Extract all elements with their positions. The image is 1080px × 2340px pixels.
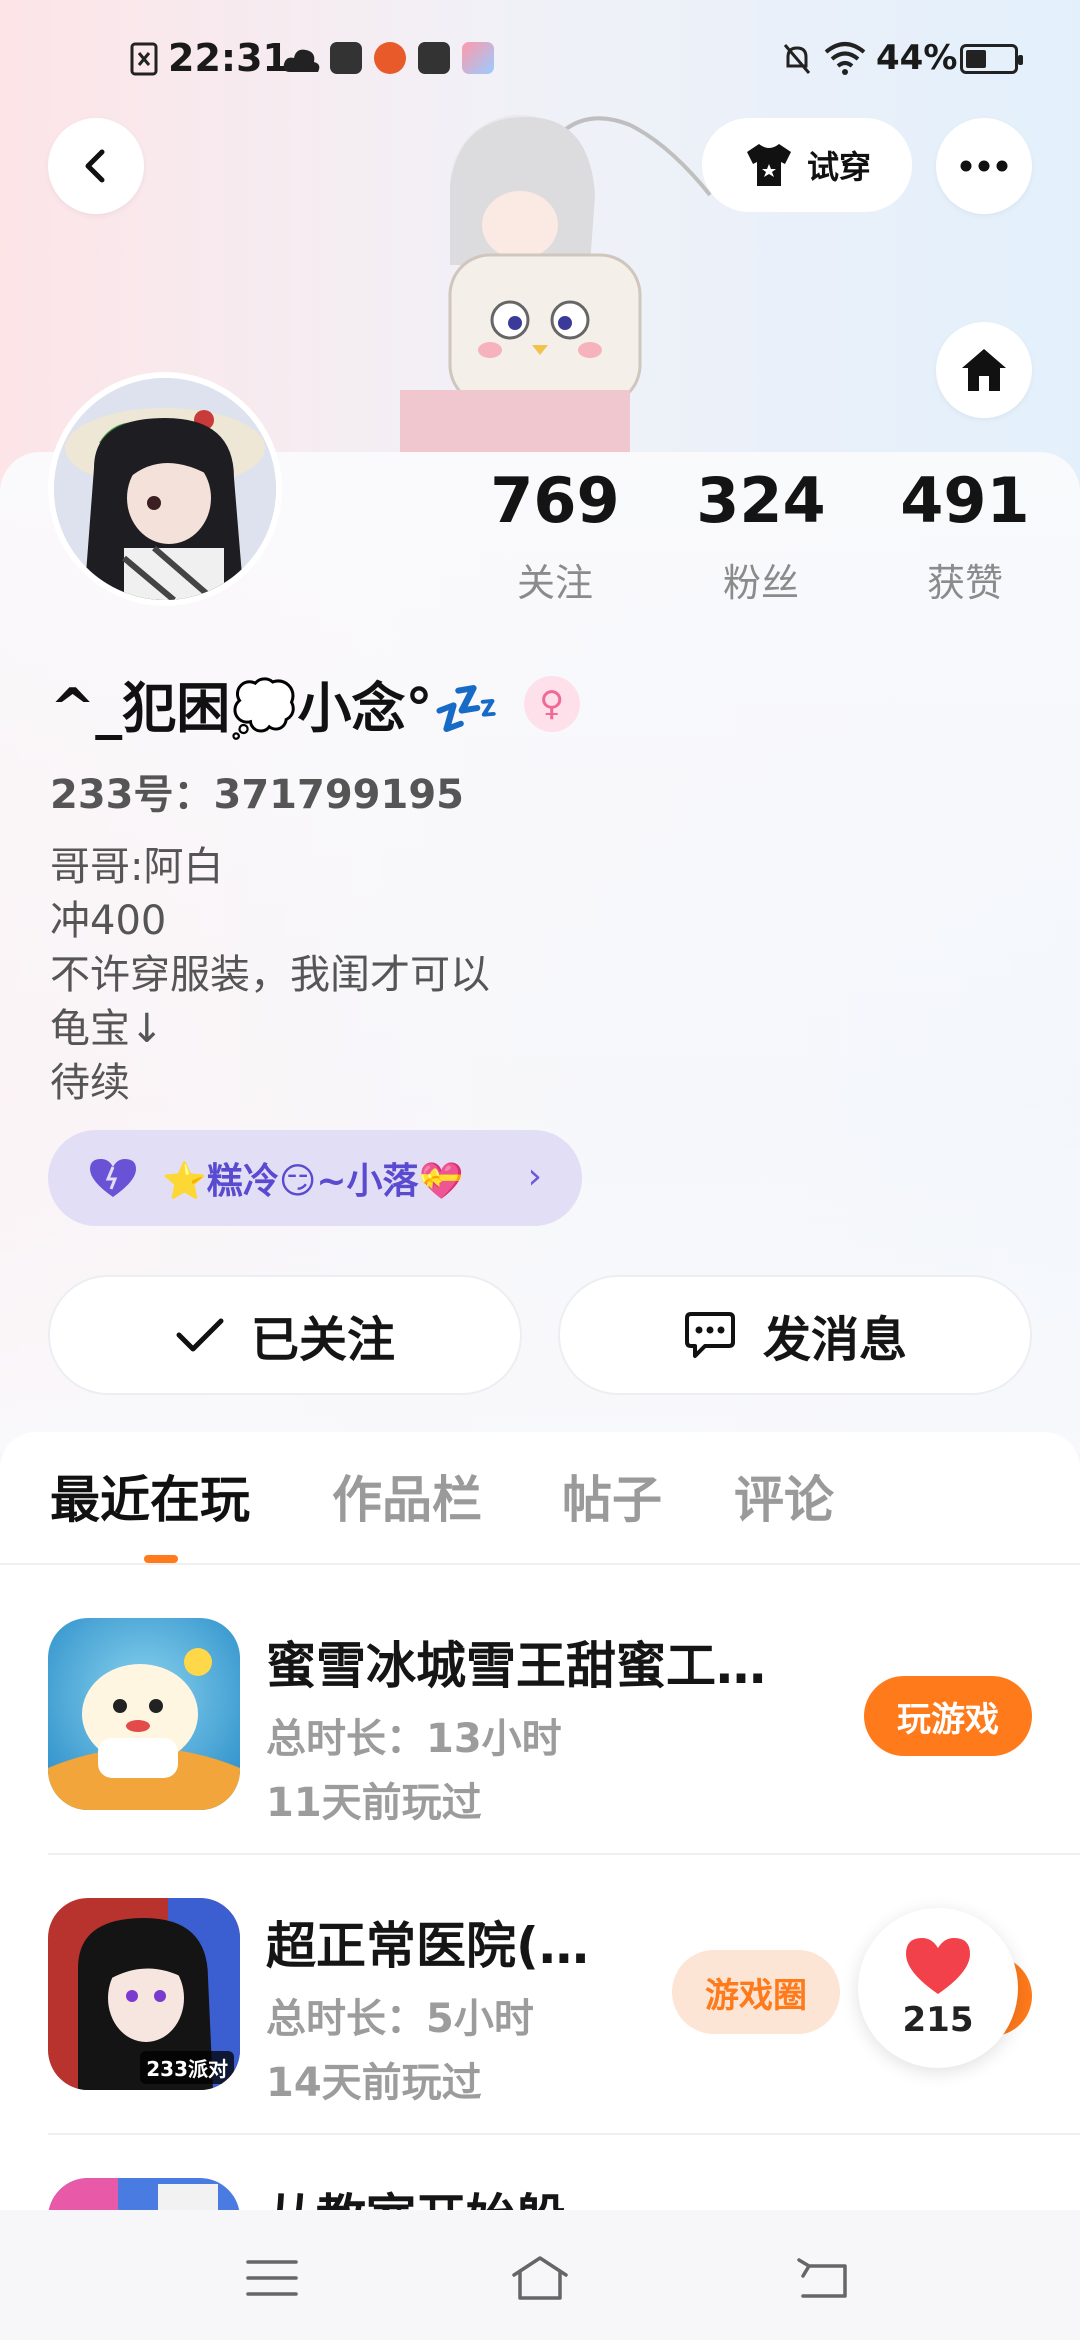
username: ^_犯困💭小念°💤 — [50, 677, 500, 740]
play-duration: 总时长：5小时 — [266, 1996, 534, 2042]
stat-value: 769 — [490, 464, 620, 537]
bio-line: 待续 — [50, 1060, 130, 1106]
notification-app-icon — [462, 42, 494, 74]
try-on-button[interactable]: 试穿 — [702, 118, 912, 212]
stat-following[interactable]: 769 关注 — [480, 470, 630, 607]
check-icon — [176, 1318, 224, 1352]
message-label: 发消息 — [762, 1312, 907, 1368]
bio-line: 不许穿服装，我闺才可以 — [50, 952, 490, 998]
menu-icon — [246, 2260, 298, 2296]
stat-value: 491 — [900, 464, 1030, 537]
chevron-left-icon — [85, 149, 105, 183]
message-button[interactable]: 发消息 — [558, 1275, 1032, 1395]
chevron-right-icon: › — [527, 1156, 542, 1197]
username-row: ^_犯困💭小念°💤 ♀ — [50, 664, 580, 743]
relationship-tag-label: ⭐糕冷😏~小落💝 — [162, 1161, 464, 1202]
play-game-button[interactable]: 玩游戏 — [864, 1676, 1032, 1756]
video-app-icon — [418, 42, 450, 74]
last-played: 11天前玩过 — [266, 1780, 482, 1826]
avatar-character-image — [54, 378, 276, 600]
cloud-icon — [283, 49, 320, 72]
tab-comments[interactable]: 评论 — [734, 1460, 834, 1532]
play-duration: 总时长：13小时 — [266, 1716, 562, 1762]
battery-icon — [960, 44, 1023, 74]
game-icon: 233派对 — [48, 1898, 240, 2090]
try-on-label: 试穿 — [806, 148, 871, 186]
bio: 哥哥:阿白 冲400 不许穿服装，我闺才可以 龟宝↓ 待续 — [50, 840, 490, 1110]
status-time: 22:31 — [168, 36, 289, 80]
chat-bubble-icon — [684, 1312, 735, 1358]
tab-bar: 最近在玩 作品栏 帖子 评论 — [0, 1460, 1080, 1560]
back-button[interactable] — [48, 118, 144, 214]
shirt-icon — [746, 144, 791, 186]
game-title: 超正常医院(… — [266, 1917, 589, 1975]
home-outline-icon — [512, 2256, 568, 2300]
notification-app-icon — [330, 42, 362, 74]
more-button[interactable] — [936, 118, 1032, 214]
back-nav-button[interactable] — [784, 2248, 864, 2308]
stat-label: 关注 — [516, 561, 593, 605]
stat-value: 324 — [696, 464, 826, 537]
tab-posts[interactable]: 帖子 — [562, 1460, 662, 1532]
bio-line: 冲400 — [50, 898, 167, 944]
like-count: 215 — [902, 2000, 974, 2040]
relationship-tag[interactable]: ⭐糕冷😏~小落💝 › — [48, 1130, 582, 1226]
battery-percent: 44% — [876, 38, 958, 78]
stat-label: 粉丝 — [722, 561, 799, 605]
divider — [48, 1853, 1080, 1855]
tab-recently-played[interactable]: 最近在玩 — [50, 1460, 250, 1532]
back-arrow-icon — [797, 2258, 847, 2298]
game-icon — [48, 1618, 240, 1810]
divider — [48, 2133, 1080, 2135]
female-gender-icon: ♀ — [523, 675, 580, 732]
avatar[interactable] — [48, 372, 282, 606]
stat-likes[interactable]: 491 获赞 — [890, 470, 1040, 607]
heart-icon — [90, 1159, 136, 1197]
home-button[interactable] — [936, 322, 1032, 418]
like-float-button[interactable]: 215 — [858, 1908, 1018, 2068]
stat-label: 获赞 — [926, 561, 1003, 605]
tab-works[interactable]: 作品栏 — [332, 1460, 482, 1532]
notification-app-icon — [374, 42, 406, 74]
stat-followers[interactable]: 324 粉丝 — [686, 470, 836, 607]
followed-button[interactable]: 已关注 — [48, 1275, 522, 1395]
wifi-icon — [824, 42, 866, 75]
user-id[interactable]: 233号：371799195 — [50, 762, 464, 820]
game-circle-button[interactable]: 游戏圈 — [672, 1950, 840, 2034]
bio-line: 哥哥:阿白 — [50, 844, 224, 890]
heart-icon — [906, 1938, 970, 1994]
last-played: 14天前玩过 — [266, 2060, 482, 2106]
followed-label: 已关注 — [250, 1312, 395, 1368]
status-bar: 22:31 44% — [0, 0, 1080, 120]
system-navigation-bar — [0, 2210, 1080, 2340]
bio-line: 龟宝↓ — [50, 1006, 164, 1052]
banner-character-illustration — [400, 115, 712, 455]
active-tab-indicator — [144, 1555, 178, 1563]
home-nav-button[interactable] — [500, 2248, 580, 2308]
menu-button[interactable] — [232, 2248, 312, 2308]
divider — [0, 1563, 1080, 1565]
game-source-tag: 233派对 — [140, 2051, 234, 2084]
bell-off-icon — [783, 44, 811, 74]
game-title: 蜜雪冰城雪王甜蜜工… — [266, 1637, 766, 1695]
sim-icon — [130, 42, 158, 76]
home-icon — [962, 349, 1006, 391]
more-dots-icon — [960, 160, 1008, 172]
